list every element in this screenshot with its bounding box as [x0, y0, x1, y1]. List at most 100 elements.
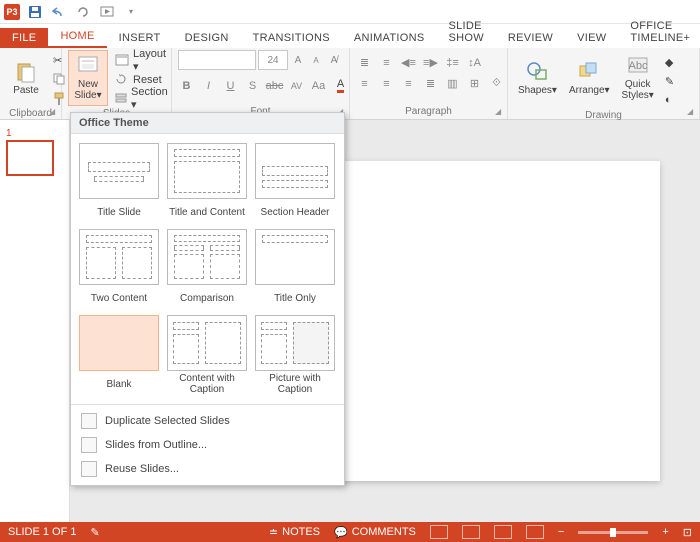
new-slide-button[interactable]: New Slide▾ — [68, 50, 108, 106]
zoom-slider[interactable] — [578, 531, 648, 534]
undo-icon[interactable] — [50, 3, 68, 21]
layout-comparison[interactable]: Comparison — [163, 226, 251, 312]
menu-label: Duplicate Selected Slides — [105, 415, 230, 427]
layout-title-slide[interactable]: Title Slide — [75, 140, 163, 226]
section-icon — [115, 92, 127, 106]
reading-view-button[interactable] — [494, 525, 512, 539]
layout-blank[interactable]: Blank — [75, 312, 163, 398]
layout-two-content[interactable]: Two Content — [75, 226, 163, 312]
tab-office-timeline[interactable]: OFFICE TIMELINE+ — [618, 16, 700, 48]
dialog-launcher-icon[interactable]: ◢ — [687, 107, 697, 117]
shape-fill-button[interactable]: ◆ — [662, 54, 682, 71]
bullets-button[interactable]: ≣ — [356, 54, 373, 71]
layout-section-header[interactable]: Section Header — [251, 140, 339, 226]
align-center-button[interactable]: ≡ — [378, 75, 395, 92]
tab-transitions[interactable]: TRANSITIONS — [241, 28, 342, 48]
justify-button[interactable]: ≣ — [422, 75, 439, 92]
arrange-button[interactable]: Arrange▾ — [565, 50, 614, 106]
section-button[interactable]: Section ▾ — [112, 90, 173, 107]
tab-design[interactable]: DESIGN — [173, 28, 241, 48]
tab-file[interactable]: FILE — [0, 28, 48, 48]
shadow-button[interactable]: S — [244, 77, 261, 94]
dialog-launcher-icon[interactable]: ◢ — [49, 107, 59, 117]
paste-button[interactable]: Paste — [6, 50, 46, 106]
paste-label: Paste — [13, 85, 39, 96]
group-slides: New Slide▾ Layout ▾ Reset Section ▾ Slid… — [62, 48, 172, 119]
normal-view-button[interactable] — [430, 525, 448, 539]
qat-customize-icon[interactable]: ▾ — [122, 3, 140, 21]
clear-formatting-icon[interactable]: A̸ — [326, 52, 342, 68]
sorter-view-button[interactable] — [462, 525, 480, 539]
shapes-label: Shapes▾ — [518, 85, 557, 96]
align-right-button[interactable]: ≡ — [400, 75, 417, 92]
slides-from-outline-button[interactable]: Slides from Outline... — [71, 433, 344, 457]
arrange-label: Arrange▾ — [569, 85, 610, 96]
save-icon[interactable] — [26, 3, 44, 21]
numbering-button[interactable]: ≡ — [378, 54, 395, 71]
layout-title-only[interactable]: Title Only — [251, 226, 339, 312]
columns-button[interactable]: ▥ — [444, 75, 461, 92]
start-from-beginning-icon[interactable] — [98, 3, 116, 21]
shapes-icon — [526, 61, 548, 83]
slide-thumbnail[interactable] — [6, 140, 54, 176]
shapes-button[interactable]: Shapes▾ — [514, 50, 561, 106]
quick-access-toolbar: P3 ▾ — [0, 0, 700, 24]
tab-insert[interactable]: INSERT — [107, 28, 173, 48]
italic-button[interactable]: I — [200, 77, 217, 94]
quick-styles-button[interactable]: Abc Quick Styles▾ — [618, 50, 658, 106]
layout-title-content[interactable]: Title and Content — [163, 140, 251, 226]
font-name-input[interactable] — [178, 50, 256, 70]
align-left-button[interactable]: ≡ — [356, 75, 373, 92]
line-spacing-button[interactable]: ‡≡ — [444, 54, 461, 71]
slideshow-view-button[interactable] — [526, 525, 544, 539]
shape-outline-button[interactable]: ✎ — [662, 73, 682, 90]
tab-slideshow[interactable]: SLIDE SHOW — [436, 16, 495, 48]
quick-styles-label: Quick Styles▾ — [622, 79, 654, 101]
menu-label: Reuse Slides... — [105, 463, 179, 475]
layout-button[interactable]: Layout ▾ — [112, 52, 173, 69]
group-clipboard: Paste ✂ Clipboard ◢ — [0, 48, 62, 119]
notes-button[interactable]: ≐ NOTES — [269, 526, 320, 539]
redo-icon[interactable] — [74, 3, 92, 21]
strikethrough-button[interactable]: abc — [266, 77, 283, 94]
fit-to-window-button[interactable]: ⊡ — [683, 526, 692, 539]
layout-picture-caption[interactable]: Picture with Caption — [251, 312, 339, 398]
tab-review[interactable]: REVIEW — [496, 28, 565, 48]
svg-text:Abc: Abc — [628, 60, 647, 72]
underline-button[interactable]: U — [222, 77, 239, 94]
char-spacing-button[interactable]: AV — [288, 77, 305, 94]
layout-label: Picture with Caption — [254, 373, 336, 395]
comments-label: COMMENTS — [352, 526, 416, 538]
font-size-input[interactable] — [258, 50, 288, 70]
spellcheck-icon[interactable]: ✎ — [90, 526, 99, 539]
layout-label: Layout ▾ — [133, 48, 170, 73]
comments-button[interactable]: 💬 COMMENTS — [334, 526, 416, 539]
outline-icon — [81, 437, 97, 453]
align-text-button[interactable]: ⊞ — [466, 75, 483, 92]
decrease-indent-button[interactable]: ◀≡ — [400, 54, 417, 71]
paste-icon — [15, 61, 37, 83]
gallery-header: Office Theme — [71, 113, 344, 134]
change-case-button[interactable]: Aa — [310, 77, 327, 94]
bold-button[interactable]: B — [178, 77, 195, 94]
tab-view[interactable]: VIEW — [565, 28, 618, 48]
reuse-slides-button[interactable]: Reuse Slides... — [71, 457, 344, 481]
zoom-in-button[interactable]: + — [662, 526, 668, 538]
tab-home[interactable]: HOME — [48, 26, 106, 48]
slide-counter[interactable]: SLIDE 1 OF 1 — [8, 526, 76, 538]
duplicate-slides-button[interactable]: Duplicate Selected Slides — [71, 409, 344, 433]
smartart-button[interactable]: ⟐ — [488, 75, 505, 92]
zoom-out-button[interactable]: − — [558, 526, 564, 538]
decrease-font-icon[interactable]: A — [308, 52, 324, 68]
increase-indent-button[interactable]: ≡▶ — [422, 54, 439, 71]
layout-label: Title and Content — [166, 201, 248, 223]
duplicate-icon — [81, 413, 97, 429]
increase-font-icon[interactable]: A — [290, 52, 306, 68]
layout-label: Two Content — [78, 287, 160, 309]
text-direction-button[interactable]: ↕A — [466, 54, 483, 71]
layout-content-caption[interactable]: Content with Caption — [163, 312, 251, 398]
shape-effects-button[interactable]: ◐ — [662, 92, 682, 109]
dialog-launcher-icon[interactable]: ◢ — [495, 107, 505, 117]
font-color-button[interactable]: A — [332, 77, 349, 94]
tab-animations[interactable]: ANIMATIONS — [342, 28, 437, 48]
